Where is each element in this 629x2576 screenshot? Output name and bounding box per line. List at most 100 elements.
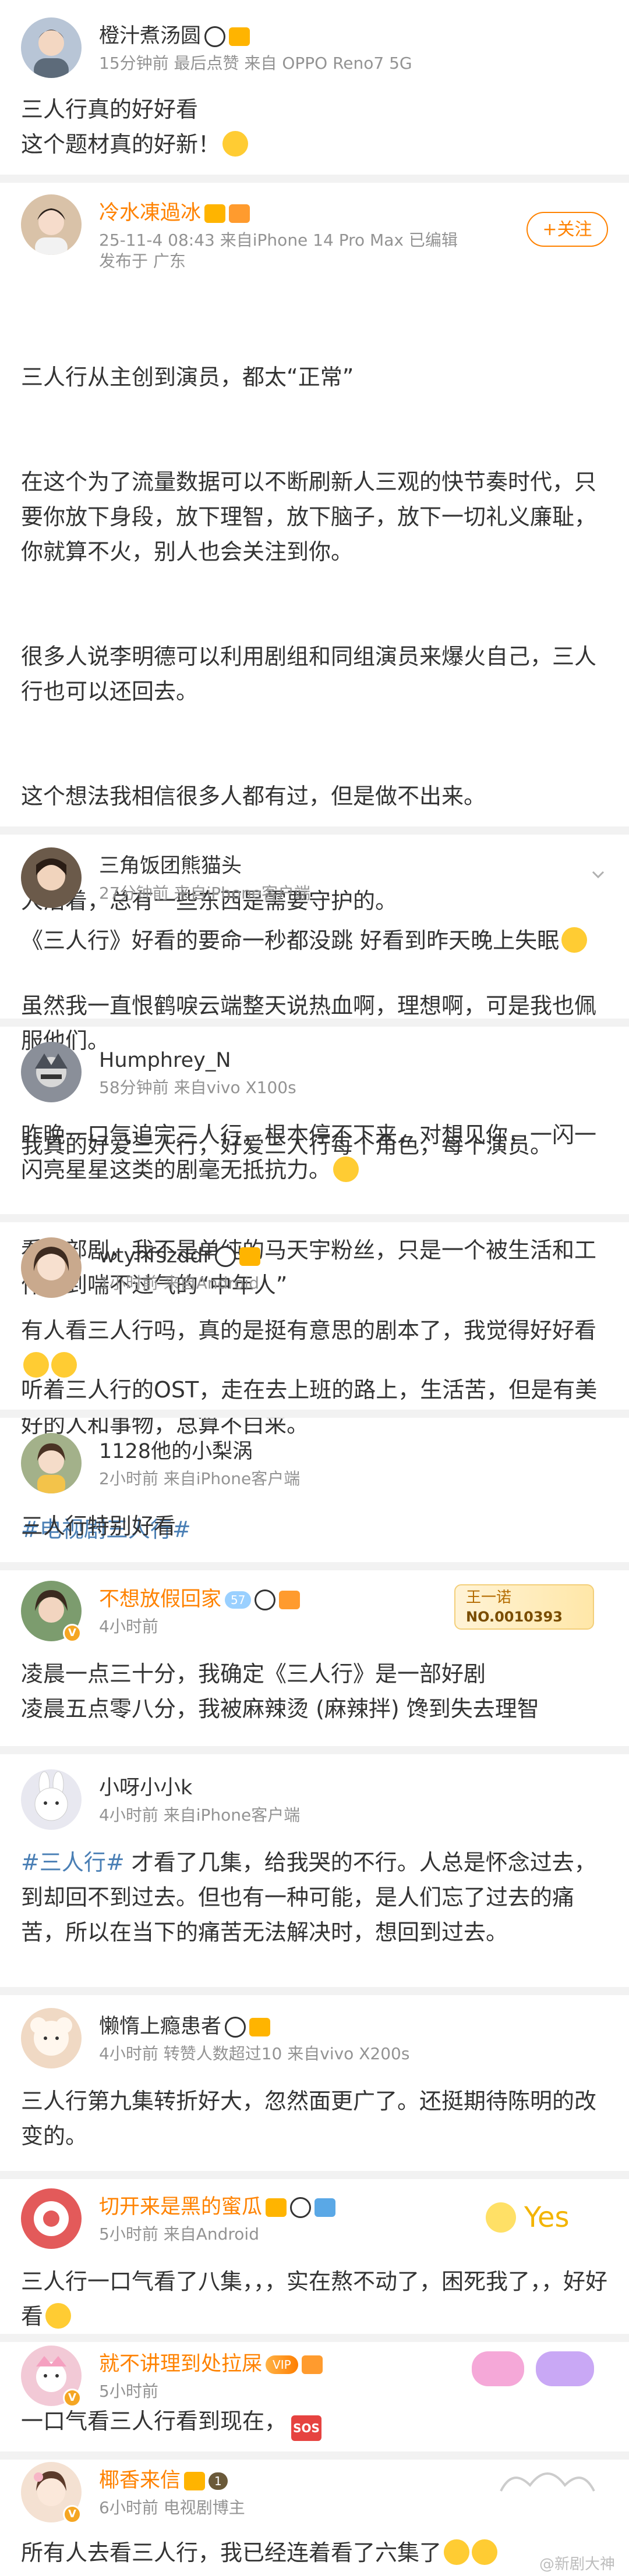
sticker-text: Yes: [524, 2201, 569, 2234]
avatar[interactable]: [21, 2008, 82, 2068]
comment-text: 有人看三人行吗，真的是挺有意思的剧本了，我觉得好好看: [21, 1313, 609, 1383]
comment-item: V 椰香来信 1 6小时前 电视剧博主 所有人去看三人行，我已经连着看了六集了 @…: [0, 2462, 629, 2576]
vip-icon: [229, 27, 250, 46]
comment-item: V 不想放假回家 57 4小时前 王一诺 NO.0010393 凌晨一点三十分，我确…: [0, 1581, 629, 1744]
verified-icon: V: [63, 1624, 82, 1642]
sos-emoji-icon: SOS: [291, 2415, 322, 2441]
chevron-down-icon[interactable]: [588, 865, 608, 885]
medal-name: 王一诺: [466, 1589, 512, 1606]
medal-icon: [229, 204, 250, 223]
vip-icon: [204, 204, 226, 223]
grimace-emoji-icon: [333, 1156, 359, 1182]
post-meta: 4小时前 转赞人数超过10 来自vivo X200s: [99, 2044, 410, 2063]
comment-item: 懒惰上瘾患者 4小时前 转赞人数超过10 来自vivo X200s 三人行第九集…: [0, 2008, 629, 2171]
text-line: 在这个为了流量数据可以不断刷新人三观的快节奏时代，只要你放下身段，放下理智，放下…: [21, 469, 597, 565]
comment-item: 三角饭团熊猫头 27分钟前 来自iPhone客户端 《三人行》好看的要命一秒都没…: [0, 847, 629, 1005]
sticker-decoration: [500, 2472, 595, 2492]
divider: [0, 2171, 629, 2179]
comment-text: 三人行特别好看: [21, 1513, 176, 1539]
username[interactable]: 小呀小小k: [99, 1775, 192, 1801]
comment-text: 所有人去看三人行，我已经连着看了六集了: [21, 2535, 609, 2570]
username[interactable]: 橙汁煮汤圆: [99, 23, 250, 49]
post-meta: 1小时前 来自Android: [99, 1273, 259, 1293]
comment-item: V 就不讲理到处拉屎 VIP 5小时前 一口气看三人行看到现在， SOS: [0, 2346, 629, 2450]
comment-text: 凌晨一点三十分，我确定《三人行》是一部好剧 凌晨五点零八分，我被麻辣烫 (麻辣拌…: [21, 1661, 539, 1722]
post-meta: 25-11-4 08:43 来自iPhone 14 Pro Max 已编辑: [99, 230, 458, 250]
post-meta: 6小时前 电视剧博主: [99, 2498, 245, 2517]
cry-emoji-icon: [23, 1352, 49, 1378]
avatar[interactable]: [21, 194, 82, 255]
post-meta: 5小时前 来自Android: [99, 2224, 259, 2244]
post-meta: 5小时前: [99, 2382, 158, 2401]
divider: [0, 1019, 629, 1027]
username[interactable]: wtyhfszddr: [99, 1243, 260, 1269]
post-meta: 2小时前 来自iPhone客户端: [99, 1469, 301, 1488]
level-badge: 1: [209, 2472, 228, 2490]
username[interactable]: 椰香来信 1: [99, 2468, 228, 2493]
panda-icon: [290, 2197, 312, 2218]
username[interactable]: 懒惰上瘾患者: [99, 2014, 271, 2039]
avatar[interactable]: [21, 17, 82, 78]
text-line: 三人行从主创到演员，都太“正常”: [21, 364, 354, 390]
comment-text: 昨晚一口气追完三人行，根本停不下来，对想见你，一闪一闪亮星星这类的剧毫无抵抗力。: [21, 1122, 597, 1183]
cry-emoji-icon: [51, 1352, 77, 1378]
panda-icon: [225, 2017, 246, 2038]
sleepy-emoji-icon: [561, 927, 588, 953]
panda-icon: [204, 26, 226, 47]
wave-icon: [314, 2198, 336, 2217]
post-meta: 4小时前: [99, 1617, 158, 1636]
post-meta: 4小时前 来自iPhone客户端: [99, 1805, 301, 1825]
cry-emoji-icon: [472, 2539, 498, 2565]
level-badge: 57: [225, 1591, 252, 1609]
post-meta: 58分钟前 来自vivo X100s: [99, 1078, 296, 1097]
divider: [0, 1746, 629, 1754]
medal-number: NO.0010393: [466, 1609, 563, 1625]
username[interactable]: 不想放假回家 57: [99, 1587, 301, 1612]
sticker-decoration: [472, 2351, 594, 2386]
avatar[interactable]: [21, 1237, 82, 1298]
divider: [0, 1562, 629, 1570]
watermark: @新剧大神: [539, 2556, 615, 2573]
username[interactable]: 三角饭团熊猫头: [99, 853, 242, 879]
comment-text: 《三人行》好看的要命一秒都没跳 好看到昨天晚上失眠: [21, 923, 609, 958]
comment-feed: 橙汁煮汤圆 15分钟前 最后点赞 来自 OPPO Reno7 5G 三人行真的好…: [0, 0, 629, 2576]
avatar[interactable]: [21, 1042, 82, 1102]
vip-icon: [249, 2018, 271, 2036]
avatar[interactable]: [21, 1433, 82, 1493]
username[interactable]: 切开来是黑的蜜瓜: [99, 2194, 336, 2220]
text-line: 很多人说李明德可以利用剧组和同组演员来爆火自己，三人行也可以还回去。: [21, 644, 597, 704]
post-location: 发布于 广东: [99, 251, 186, 271]
comment-text: 三人行一口气看了八集，，，实在熬不动了，困死我了，，好好看: [21, 2269, 608, 2329]
fish-icon: [301, 2355, 323, 2374]
username[interactable]: 1128他的小梨涡: [99, 1439, 253, 1464]
panda-icon: [255, 1589, 276, 1610]
comment-item: 小呀小小k 4小时前 来自iPhone客户端 #三人行# 才看了几集，给我哭的不…: [0, 1769, 629, 1990]
comment-item: 1128他的小梨涡 2小时前 来自iPhone客户端 三人行特别好看: [0, 1433, 629, 1561]
cry-emoji-icon: [45, 2303, 72, 2329]
comment-item: wtyhfszddr 1小时前 来自Android 有人看三人行吗，真的是挺有意…: [0, 1237, 629, 1395]
fan-medal[interactable]: 王一诺 NO.0010393: [454, 1584, 594, 1630]
verified-icon: V: [63, 2505, 82, 2524]
avatar[interactable]: [21, 1769, 82, 1830]
username[interactable]: 就不讲理到处拉屎 VIP: [99, 2351, 323, 2377]
comment-item: Humphrey_N 58分钟前 来自vivo X100s 昨晚一口气追完三人行…: [0, 1042, 629, 1199]
avatar[interactable]: [21, 2188, 82, 2249]
emoji-icon: [222, 131, 249, 157]
follow-button[interactable]: +关注: [526, 212, 608, 247]
hashtag-link[interactable]: #三人行#: [21, 1850, 125, 1875]
post-meta: 27分钟前 来自iPhone客户端: [99, 883, 311, 903]
comment-text: 三人行真的好好看 这个题材真的好新！: [21, 92, 609, 162]
username[interactable]: 冷水凍過冰: [99, 200, 250, 226]
username[interactable]: Humphrey_N: [99, 1048, 231, 1073]
cry-emoji-icon: [444, 2539, 470, 2565]
fish-icon: [279, 1591, 301, 1609]
comment-text: 三人行第九集转折好大，忽然面更广了。还挺期待陈明的改变的。: [21, 2088, 597, 2149]
panda-icon: [215, 1246, 236, 1267]
divider: [0, 175, 629, 183]
avatar[interactable]: [21, 847, 82, 908]
vip-icon: [184, 2472, 206, 2490]
divider: [0, 1987, 629, 1995]
vip-icon: [239, 1247, 260, 1266]
divider: [0, 826, 629, 835]
divider: [0, 1214, 629, 1222]
